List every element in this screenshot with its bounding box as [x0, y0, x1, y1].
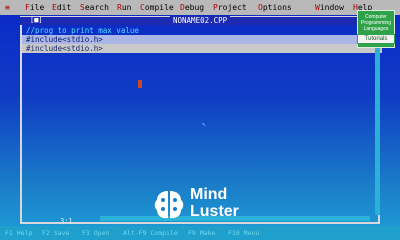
tutorials-label: Tutorials: [357, 34, 395, 44]
status-bar: F1 Help F2 Save F3 Open Alt-F9 Compile F…: [0, 226, 400, 240]
menu-options[interactable]: Options: [258, 0, 292, 15]
editor-title-bar: [■] NONAME02.CPP: [20, 16, 380, 25]
mindluster-watermark: Mind Luster: [150, 186, 260, 226]
status-help[interactable]: F1 Help: [5, 226, 32, 240]
code-line[interactable]: #include<stdio.h>: [22, 44, 382, 53]
menu-window[interactable]: Window: [315, 0, 344, 15]
status-compile[interactable]: Alt-F9 Compile: [123, 226, 178, 240]
cursor-position: 3:1: [60, 217, 73, 225]
file-name-title: NONAME02.CPP: [170, 16, 231, 25]
menu-search[interactable]: Search: [80, 0, 109, 15]
menu-compile[interactable]: Compile: [140, 0, 174, 15]
menu-project[interactable]: Project: [213, 0, 247, 15]
brain-icon: [154, 191, 184, 219]
watermark-word: Luster: [190, 203, 239, 220]
mouse-pointer-icon: ↖: [202, 120, 207, 128]
menu-edit[interactable]: Edit: [52, 0, 71, 15]
close-button[interactable]: [■]: [30, 16, 43, 25]
status-open[interactable]: F3 Open: [82, 226, 109, 240]
code-line[interactable]: //prog to print max value: [26, 26, 139, 35]
watermark-word: Mind: [190, 186, 228, 203]
code-line[interactable]: #include<stdio.h>: [22, 35, 362, 44]
status-menu[interactable]: F10 Menu: [228, 226, 259, 240]
vertical-scrollbar[interactable]: [375, 25, 380, 215]
menu-debug[interactable]: Debug: [180, 0, 204, 15]
turbo-cpp-ide: ≡ File Edit Search Run Compile Debug Pro…: [0, 0, 400, 240]
badge-line: Languages: [363, 26, 389, 32]
system-menu[interactable]: ≡: [5, 0, 10, 15]
text-cursor: [138, 80, 142, 88]
menu-file[interactable]: File: [25, 0, 44, 15]
status-make[interactable]: F9 Make: [188, 226, 215, 240]
menu-run[interactable]: Run: [117, 0, 131, 15]
menu-bar: ≡ File Edit Search Run Compile Debug Pro…: [0, 0, 400, 15]
status-save[interactable]: F2 Save: [42, 226, 69, 240]
